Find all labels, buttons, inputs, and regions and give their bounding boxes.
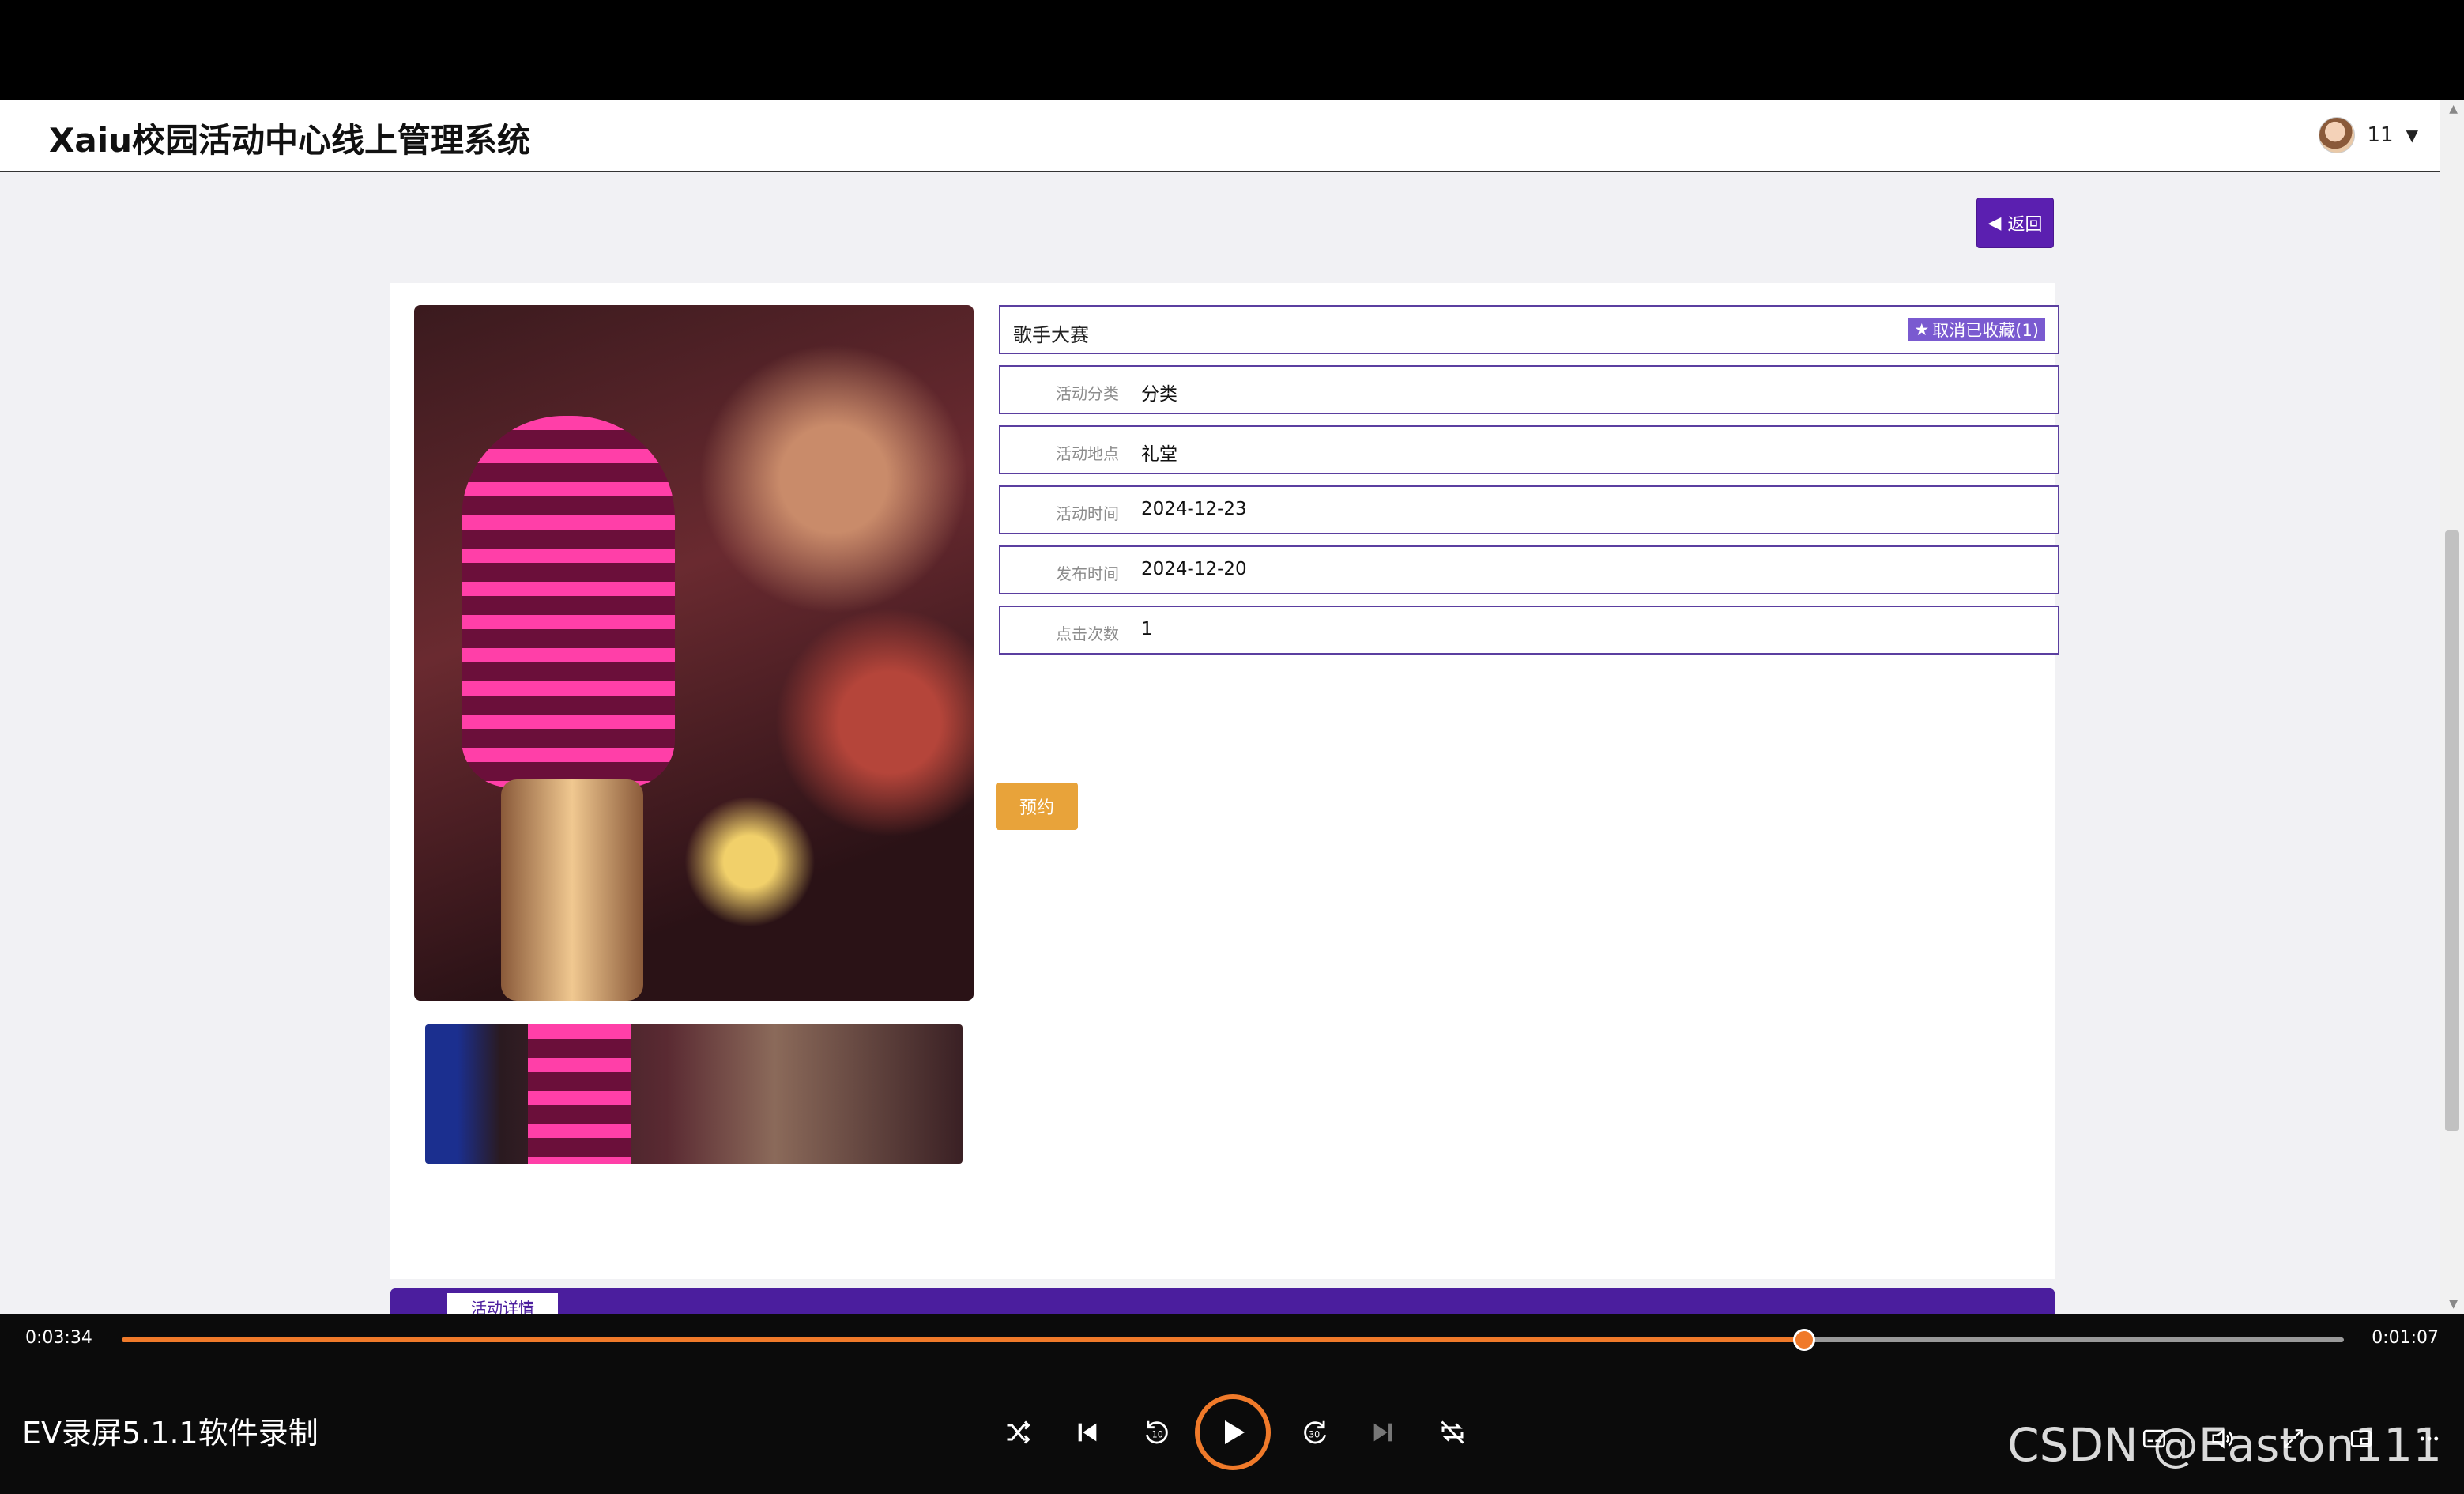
- field-value: 礼堂: [1141, 444, 1177, 465]
- screen: Xaiu校园活动中心线上管理系统 11 ▼ ◀ 返回 歌手大赛 ★ 取消已收藏(…: [0, 0, 2464, 1494]
- click-count-field: 点击次数 1: [999, 606, 2059, 655]
- field-label: 活动地点: [1056, 444, 1119, 463]
- rewind-10-icon[interactable]: 10: [1138, 1413, 1176, 1451]
- seek-bar-fill: [122, 1337, 1804, 1342]
- field-value: 2024-12-23: [1141, 499, 1247, 519]
- location-field: 活动地点 礼堂: [999, 425, 2059, 474]
- category-field: 活动分类 分类: [999, 365, 2059, 414]
- svg-text:30: 30: [1309, 1429, 1320, 1439]
- back-button-label: 返回: [2007, 215, 2043, 235]
- back-button[interactable]: ◀ 返回: [1976, 198, 2054, 248]
- recorder-label: EV录屏5.1.1软件录制: [22, 1416, 318, 1451]
- star-icon: ★: [1914, 320, 1930, 339]
- field-label: 发布时间: [1056, 564, 1119, 583]
- field-value: 分类: [1141, 384, 1177, 405]
- svg-text:10: 10: [1152, 1429, 1163, 1439]
- fullscreen-icon[interactable]: [2276, 1421, 2311, 1456]
- field-label: 活动时间: [1056, 504, 1119, 523]
- activity-thumbnail[interactable]: [425, 1024, 963, 1164]
- more-icon[interactable]: [2412, 1421, 2447, 1456]
- total-time: 0:01:07: [2372, 1328, 2439, 1348]
- avatar[interactable]: [2318, 117, 2355, 153]
- field-value: 2024-12-20: [1141, 559, 1247, 579]
- play-button[interactable]: [1195, 1394, 1271, 1470]
- activity-time-field: 活动时间 2024-12-23: [999, 485, 2059, 534]
- scroll-down-icon[interactable]: ▼: [2449, 1298, 2458, 1311]
- user-menu[interactable]: 11 ▼: [2318, 115, 2418, 155]
- web-page: Xaiu校园活动中心线上管理系统 11 ▼ ◀ 返回 歌手大赛 ★ 取消已收藏(…: [0, 100, 2464, 1314]
- username[interactable]: 11: [2368, 123, 2394, 147]
- detail-tab-bar: 活动详情: [390, 1288, 2055, 1314]
- activity-name: 歌手大赛: [1013, 324, 1089, 346]
- seek-handle[interactable]: [1792, 1329, 1815, 1351]
- forward-30-icon[interactable]: 30: [1296, 1413, 1334, 1451]
- field-label: 点击次数: [1056, 624, 1119, 643]
- favorite-button[interactable]: ★ 取消已收藏(1): [1908, 318, 2045, 341]
- previous-icon[interactable]: [1068, 1413, 1106, 1451]
- volume-icon[interactable]: [2205, 1421, 2240, 1456]
- subtitles-icon[interactable]: [2137, 1421, 2172, 1456]
- seek-bar[interactable]: [122, 1329, 2344, 1351]
- video-player-controls: 0:03:34 0:01:07 EV录屏5.1.1软件录制 10 30 CSDN…: [0, 1314, 2464, 1494]
- reserve-button[interactable]: 预约: [996, 783, 1078, 830]
- microphone-grille: [462, 416, 675, 787]
- mini-player-icon[interactable]: [2344, 1421, 2379, 1456]
- microphone-stem: [501, 779, 643, 1001]
- activity-detail-card: 歌手大赛 ★ 取消已收藏(1) 活动分类 分类 活动地点 礼堂 活动时间 202…: [390, 283, 2059, 1279]
- site-title: Xaiu校园活动中心线上管理系统: [49, 121, 531, 160]
- next-icon[interactable]: [1364, 1413, 1402, 1451]
- scroll-up-icon[interactable]: ▲: [2449, 103, 2458, 115]
- caret-down-icon[interactable]: ▼: [2406, 126, 2418, 145]
- repeat-off-icon[interactable]: [1434, 1413, 1471, 1451]
- shuffle-icon[interactable]: [999, 1413, 1037, 1451]
- scrollbar-thumb[interactable]: [2445, 530, 2459, 1131]
- field-value: 1: [1141, 619, 1153, 639]
- activity-main-image[interactable]: [414, 305, 974, 1001]
- caret-left-icon: ◀: [1987, 213, 2002, 233]
- top-navbar: Xaiu校园活动中心线上管理系统 11 ▼: [0, 100, 2464, 172]
- publish-time-field: 发布时间 2024-12-20: [999, 545, 2059, 594]
- favorite-label: 取消已收藏(1): [1932, 321, 2039, 340]
- play-icon: [1225, 1420, 1245, 1444]
- tab-activity-detail[interactable]: 活动详情: [447, 1293, 558, 1314]
- field-label: 活动分类: [1056, 384, 1119, 403]
- thumbnail-microphone: [528, 1024, 631, 1164]
- activity-name-field: 歌手大赛 ★ 取消已收藏(1): [999, 305, 2059, 354]
- current-time: 0:03:34: [25, 1328, 92, 1348]
- page-scrollbar[interactable]: ▲ ▼: [2440, 100, 2464, 1314]
